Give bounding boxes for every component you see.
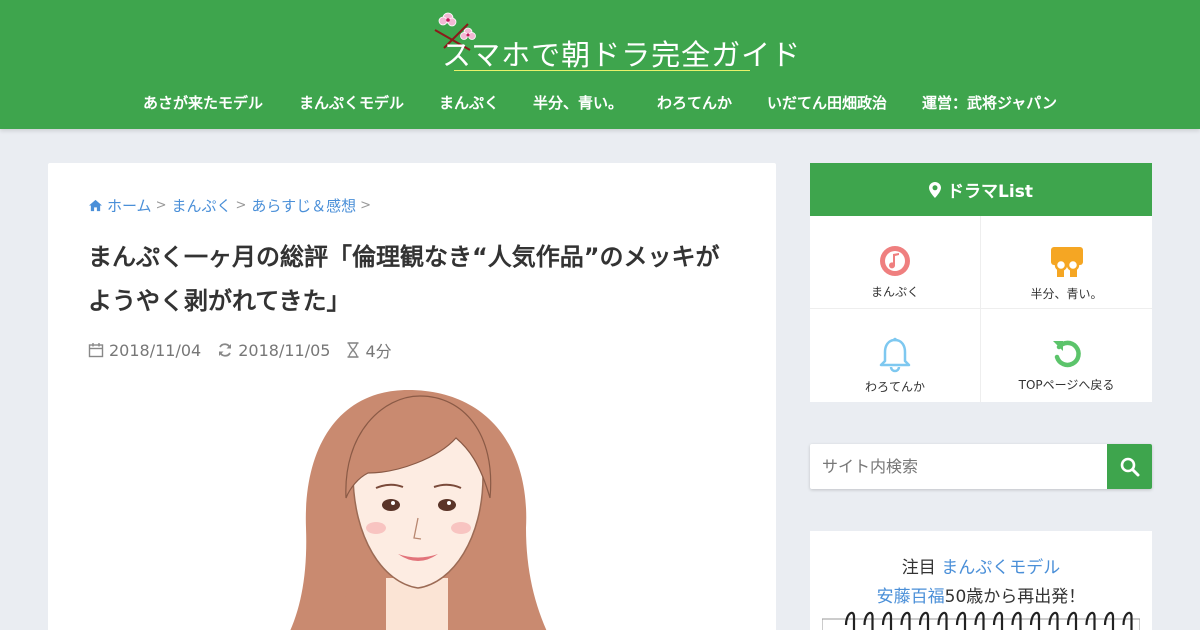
refresh-icon (219, 343, 232, 357)
breadcrumb-manpuku[interactable]: まんぷく (171, 195, 231, 216)
page-title: まんぷく一ヶ月の総評「倫理観なき“人気作品”のメッキがようやく剥がれてきた」 (88, 243, 720, 315)
site-header: スマホで朝ドラ完全ガイド あさが来たモデル まんぷくモデル まんぷく 半分、青い… (0, 0, 1200, 129)
featured-line-1: 注目 まんぷくモデル (901, 558, 1061, 578)
calendar-icon (88, 343, 104, 358)
search-button[interactable] (1107, 444, 1152, 489)
published-date: 2018/11/04 (88, 341, 201, 360)
breadcrumb: ホーム > まんぷく > あらすじ＆感想 > (88, 195, 376, 216)
drama-list-item-manpuku[interactable]: まんぷく (810, 216, 981, 309)
map-marker-icon (929, 181, 942, 198)
post-meta: 2018/11/04 2018/11/05 4分 (88, 338, 408, 362)
breadcrumb-arasuji[interactable]: あらすじ＆感想 (251, 195, 356, 216)
article-illustration (290, 390, 547, 630)
search-icon (1120, 457, 1139, 476)
hourglass-icon (347, 342, 359, 358)
chevron-right-icon: > (235, 198, 247, 213)
article-card: ホーム > まんぷく > あらすじ＆感想 > まんぷく一ヶ月の総評「倫理観なき“… (48, 163, 776, 630)
nav-item-asagakita-model[interactable]: あさが来たモデル (143, 92, 263, 113)
undo-icon (1052, 340, 1081, 368)
breadcrumb-home[interactable]: ホーム (107, 195, 152, 216)
slideshare-icon (1050, 247, 1083, 277)
drama-list-item-top-page[interactable]: TOPページへ戻る (981, 309, 1152, 402)
nav-item-manpuku-model[interactable]: まんぷくモデル (299, 92, 404, 113)
spiral-notebook-image (822, 611, 1140, 630)
chevron-right-icon: > (360, 198, 371, 213)
nav-item-unei[interactable]: 運営：武将ジャパン (922, 92, 1057, 113)
updated-date: 2018/11/05 (217, 341, 330, 360)
search-input[interactable] (810, 444, 1107, 489)
site-search (810, 444, 1152, 489)
logo-underline (454, 70, 750, 71)
music-disc-icon (880, 246, 910, 276)
main-nav: あさが来たモデル まんぷくモデル まんぷく 半分、青い。 わろてんか いだてん田… (0, 88, 1200, 118)
bell-icon (879, 337, 911, 373)
featured-line-2: 安藤百福50歳から再出発！ (876, 587, 1086, 607)
drama-list-item-hanbun-aoi[interactable]: 半分、青い。 (981, 216, 1152, 309)
featured-link-manpuku-model[interactable]: まんぷくモデル (941, 558, 1060, 578)
chevron-right-icon: > (155, 198, 167, 213)
drama-list-heading: ドラマList (810, 163, 1152, 216)
home-icon (89, 199, 102, 212)
drama-list-grid: まんぷく 半分、青い。 わろてんか TOPページへ戻る (810, 216, 1152, 402)
nav-item-warotenka[interactable]: わろてんか (657, 92, 732, 113)
site-logo[interactable]: スマホで朝ドラ完全ガイド (442, 32, 801, 74)
read-time: 4分 (346, 338, 392, 362)
drama-list-item-warotenka[interactable]: わろてんか (810, 309, 981, 402)
featured-widget: 注目 まんぷくモデル 安藤百福50歳から再出発！ (810, 531, 1152, 630)
featured-link-ando-momofuku[interactable]: 安藤百福 (877, 587, 945, 607)
nav-item-idaten[interactable]: いだてん田畑政治 (767, 92, 887, 113)
nav-item-manpuku[interactable]: まんぷく (439, 92, 499, 113)
nav-item-hanbun-aoi[interactable]: 半分、青い。 (533, 92, 623, 113)
